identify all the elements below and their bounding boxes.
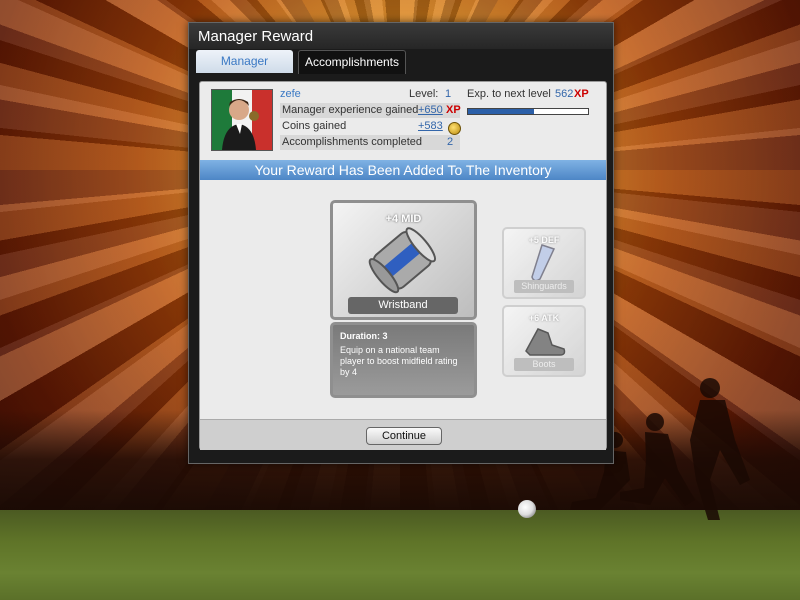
continue-button[interactable]: Continue xyxy=(366,427,442,445)
reward-description: Equip on a national team player to boost… xyxy=(340,345,458,377)
reward-panel: zefe Level: 1 Exp. to next level 562 XP … xyxy=(199,81,607,450)
exp-next-value: 562 xyxy=(555,88,574,100)
exp-progress-fill xyxy=(468,109,534,114)
accomplishments-label: Accomplishments completed xyxy=(282,136,423,148)
wristband-icon xyxy=(368,227,437,294)
item-card-boots[interactable]: +6 ATK Boots xyxy=(502,305,586,377)
manager-name: zefe xyxy=(280,88,301,100)
exp-gained-value[interactable]: +650 xyxy=(418,103,443,118)
exp-next-label: Exp. to next level xyxy=(467,88,551,100)
exp-progress-bar xyxy=(467,108,589,115)
tab-manager[interactable]: Manager xyxy=(196,50,293,73)
coins-value[interactable]: +583 xyxy=(418,119,443,134)
accomplishments-row: Accomplishments completed xyxy=(280,135,460,150)
duration-line: Duration: 3 xyxy=(340,331,388,341)
manager-avatar xyxy=(211,89,273,151)
reward-banner: Your Reward Has Been Added To The Invent… xyxy=(200,160,606,180)
exp-next-unit: XP xyxy=(574,88,589,100)
duration-value: 3 xyxy=(382,331,388,341)
soccer-ball-icon xyxy=(518,500,536,518)
boots-label: Boots xyxy=(514,358,574,371)
reward-card-wristband[interactable]: +4 MID Wristband xyxy=(330,200,477,320)
manager-reward-dialog: Manager Reward Manager Accomplishments z… xyxy=(188,22,614,464)
reward-description-box: Duration: 3 Equip on a national team pla… xyxy=(330,322,477,398)
dialog-title: Manager Reward xyxy=(198,28,314,45)
reward-item-name: Wristband xyxy=(348,297,458,314)
shinguards-label: Shinguards xyxy=(514,280,574,293)
accomplishments-value: 2 xyxy=(447,136,454,148)
duration-label: Duration: xyxy=(340,331,380,341)
coins-label: Coins gained xyxy=(282,120,347,132)
title-bar: Manager Reward xyxy=(189,23,613,49)
exp-gained-unit: XP xyxy=(446,104,461,116)
coin-icon xyxy=(448,122,461,135)
tab-accomplishments[interactable]: Accomplishments xyxy=(298,50,406,74)
level-label: Level: xyxy=(409,88,439,100)
level-value: 1 xyxy=(445,88,452,100)
mexico-flag-portrait-icon xyxy=(212,90,272,150)
exp-gained-label: Manager experience gained xyxy=(282,104,419,116)
dialog-footer: Continue xyxy=(200,419,606,450)
item-card-shinguards[interactable]: +5 DEF Shinguards xyxy=(502,227,586,299)
